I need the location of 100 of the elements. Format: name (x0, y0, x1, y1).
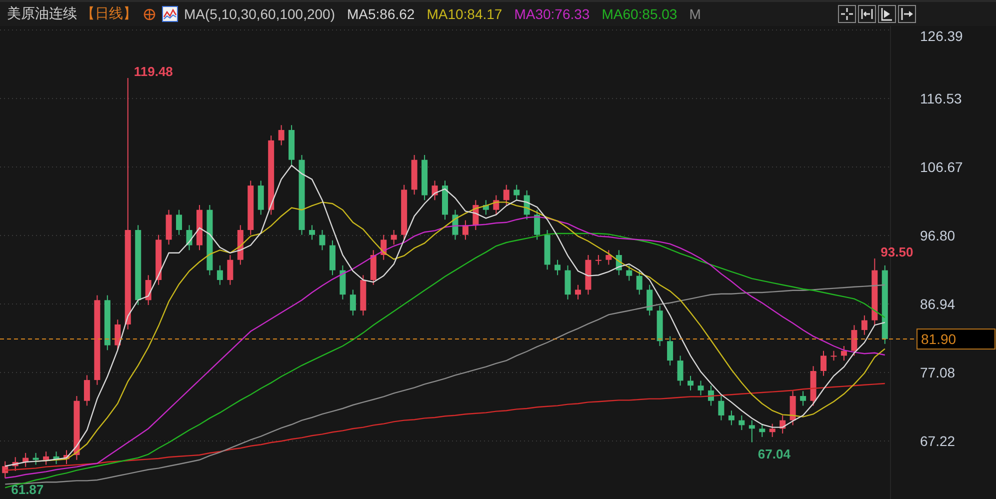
ma-value: MA10:84.17 (426, 6, 502, 22)
candlestick (237, 224, 244, 266)
candlestick (872, 258, 878, 326)
candlestick (176, 209, 182, 236)
candlestick (411, 154, 418, 196)
candlestick (216, 264, 223, 286)
candlestick (350, 289, 356, 316)
candlestick (319, 230, 326, 251)
candlestick (738, 414, 745, 431)
candlestick (227, 254, 234, 286)
y-axis-label: 67.22 (920, 433, 956, 449)
candlestick (616, 250, 622, 276)
candlestick (636, 270, 642, 296)
line-chart-icon[interactable] (162, 6, 178, 22)
candlestick (544, 230, 550, 270)
candlestick (2, 460, 8, 479)
candlestick (482, 200, 489, 216)
candlestick (790, 390, 796, 426)
price-annotation: 61.87 (11, 482, 44, 498)
candlestick (340, 264, 346, 300)
candlestick (166, 209, 172, 246)
candlestick (748, 420, 755, 443)
candlestick (145, 274, 152, 306)
candlestick (830, 350, 837, 362)
candlestick (861, 314, 868, 336)
more-label[interactable]: M (689, 6, 701, 22)
candlestick (698, 380, 704, 396)
candlestick (626, 264, 632, 282)
candlestick (472, 200, 479, 230)
candlestick (432, 180, 438, 201)
candlestick (840, 345, 847, 362)
candlestick (688, 375, 694, 391)
candlestick (380, 234, 387, 260)
ma-value: MA60:85.03 (602, 6, 678, 22)
candlestick (800, 390, 806, 406)
candlestick (667, 336, 674, 366)
candlestick (196, 204, 202, 251)
indicator-label: MA(5,10,30,60,100,200) (184, 6, 335, 22)
candlestick (554, 259, 561, 276)
instrument-title: 美原油连续 (7, 5, 77, 23)
candlestick (718, 396, 724, 421)
y-axis-label: 116.53 (920, 90, 962, 107)
y-axis-label: 77.08 (920, 364, 956, 381)
candlestick (606, 250, 612, 266)
y-axis-label: 96.80 (920, 228, 956, 244)
candlestick (575, 284, 581, 300)
range-tool-icon[interactable] (858, 5, 876, 23)
candlestick (64, 450, 70, 465)
candlestick (186, 224, 192, 251)
candlestick (206, 204, 213, 276)
candlestick (84, 374, 90, 406)
candlestick (258, 180, 264, 216)
y-axis-label: 126.39 (920, 28, 963, 44)
candlestick (759, 423, 766, 438)
candlestick (288, 124, 295, 166)
candlestick (564, 264, 571, 300)
candlestick (769, 423, 776, 438)
candlestick (820, 350, 826, 376)
candlestick (585, 254, 592, 296)
candlestick (503, 184, 510, 206)
candlestick (534, 209, 540, 240)
crosshair-circle-icon[interactable] (143, 8, 156, 20)
candlestick (452, 209, 458, 240)
candlestick (780, 414, 786, 434)
candlestick (708, 385, 714, 406)
candlestick (53, 451, 60, 465)
candlestick (442, 180, 448, 220)
candlestick (74, 396, 80, 460)
candlestick (728, 410, 734, 426)
candlestick (43, 451, 50, 466)
candlestick (22, 452, 29, 468)
period-label[interactable]: 【日线】 (81, 5, 137, 23)
y-axis-label: 106.67 (920, 159, 963, 175)
candlestick (12, 456, 18, 472)
play-icon[interactable] (878, 5, 896, 23)
ma-value: MA5:86.62 (347, 6, 415, 22)
candlestick (493, 194, 500, 216)
candlestick (248, 180, 254, 236)
candlestick (514, 184, 520, 201)
price-annotation: 93.50 (880, 244, 914, 260)
candlestick (595, 254, 602, 266)
candlestick (390, 230, 397, 246)
candlestick (524, 190, 530, 220)
ref-line-label: 81.90 (921, 331, 956, 348)
candlestick (401, 184, 408, 240)
candlestick (309, 224, 315, 240)
candlestick (810, 366, 816, 406)
crosshair-tool-icon[interactable] (838, 5, 856, 23)
candlestick (646, 284, 653, 316)
y-axis-label: 86.94 (920, 296, 956, 312)
candlestick (677, 355, 684, 386)
candlestick (329, 240, 336, 276)
candlestick (114, 319, 121, 351)
candlestick (462, 220, 468, 240)
price-annotation: 67.04 (758, 446, 790, 462)
price-annotation: 119.48 (134, 64, 173, 80)
candlestick (656, 305, 663, 346)
candlestick (422, 154, 428, 201)
candlestick (156, 234, 162, 286)
ma-value: MA30:76.33 (514, 6, 590, 22)
